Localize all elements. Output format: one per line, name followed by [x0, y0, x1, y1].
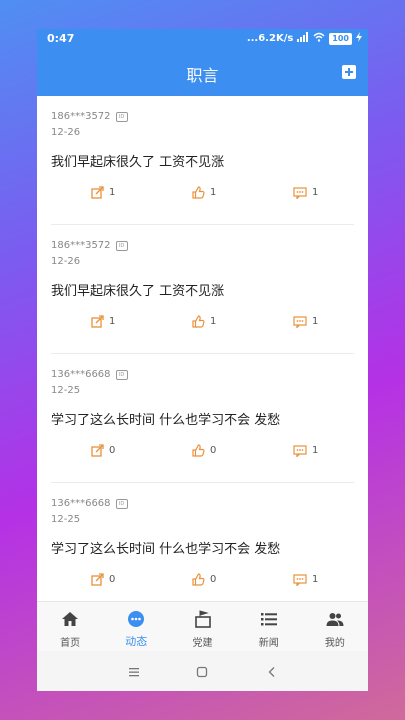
tab-home-label: 首页	[60, 638, 81, 649]
flag-icon	[194, 610, 211, 628]
id-badge-icon: ID	[115, 498, 128, 509]
id-badge-icon: ID	[115, 111, 128, 122]
tab-party[interactable]: 党建	[169, 602, 235, 652]
wifi-icon	[313, 32, 325, 45]
post-actions: 1 1 1	[51, 186, 354, 202]
comment-button[interactable]: 1	[293, 573, 318, 586]
share-count: 0	[109, 574, 116, 585]
post-user: 186***3572 ID	[51, 240, 128, 251]
system-nav-bar	[37, 651, 368, 691]
back-nav-icon[interactable]	[266, 663, 278, 682]
tab-profile[interactable]: 我的	[302, 602, 368, 652]
share-count: 0	[109, 445, 116, 456]
post-card[interactable]: 136***6668 ID 12-25 学习了这么长时间 什么也学习不会 发愁 0 0 1	[51, 354, 354, 483]
like-button[interactable]: 1	[192, 186, 216, 199]
post-username: 136***6668	[51, 369, 111, 380]
post-user: 136***6668 ID	[51, 369, 128, 380]
share-icon	[91, 186, 104, 199]
home-nav-icon[interactable]	[196, 663, 208, 682]
post-actions: 0 0 1	[51, 444, 354, 460]
tab-profile-label: 我的	[324, 638, 345, 649]
thumbs-up-icon	[192, 573, 205, 586]
post-content[interactable]: 学习了这么长时间 什么也学习不会 发愁	[51, 409, 280, 428]
share-button[interactable]: 1	[91, 186, 115, 199]
status-bar: 0:47 ...6.2K/s 100	[37, 29, 368, 49]
like-button[interactable]: 0	[192, 444, 216, 457]
comment-count: 1	[312, 187, 319, 198]
tab-feed-label: 动态	[125, 635, 148, 648]
tab-home[interactable]: 首页	[37, 602, 103, 652]
post-content[interactable]: 学习了这么长时间 什么也学习不会 发愁	[51, 538, 280, 557]
post-actions: 1 1 1	[51, 315, 354, 331]
list-icon	[260, 613, 277, 626]
share-button[interactable]: 1	[91, 315, 115, 328]
page-title: 职言	[186, 66, 219, 85]
like-button[interactable]: 1	[192, 315, 216, 328]
phone-screen: 0:47 ...6.2K/s 100 职言 186***3572 ID 12-26 我…	[37, 29, 368, 691]
share-count: 1	[109, 187, 116, 198]
like-button[interactable]: 0	[192, 573, 216, 586]
post-date: 12-26	[51, 127, 81, 138]
app-bar: 职言	[37, 49, 368, 96]
post-card[interactable]: 186***3572 ID 12-26 我们早起床很久了 工资不见涨 1 1 1	[51, 225, 354, 354]
comment-button[interactable]: 1	[293, 444, 318, 457]
thumbs-up-icon	[192, 315, 205, 328]
tab-feed[interactable]: 动态	[103, 602, 169, 652]
network-speed: ...6.2K/s	[246, 33, 294, 44]
post-actions: 0 0 1	[51, 573, 354, 589]
share-icon	[91, 573, 104, 586]
comment-button[interactable]: 1	[293, 315, 318, 328]
battery-icon: 100	[329, 32, 352, 45]
post-username: 136***6668	[51, 498, 111, 509]
like-count: 1	[210, 316, 217, 327]
post-user: 136***6668 ID	[51, 498, 128, 509]
share-icon	[91, 444, 104, 457]
thumbs-up-icon	[192, 186, 205, 199]
id-badge-icon: ID	[115, 240, 128, 251]
like-count: 0	[210, 574, 217, 585]
comment-icon	[293, 315, 307, 328]
chat-bubble-icon	[128, 611, 145, 627]
like-count: 1	[210, 187, 217, 198]
status-time: 0:47	[47, 32, 75, 45]
comment-icon	[293, 573, 307, 586]
post-card[interactable]: 186***3572 ID 12-26 我们早起床很久了 工资不见涨 1 1 1	[51, 96, 354, 225]
comment-icon	[293, 186, 307, 199]
plus-square-icon[interactable]	[342, 65, 356, 79]
post-user: 186***3572 ID	[51, 111, 128, 122]
post-username: 186***3572	[51, 240, 111, 251]
post-date: 12-25	[51, 385, 81, 396]
share-button[interactable]: 0	[91, 444, 115, 457]
comment-count: 1	[312, 445, 319, 456]
tab-news-label: 新闻	[258, 638, 279, 649]
share-count: 1	[109, 316, 116, 327]
share-button[interactable]: 0	[91, 573, 115, 586]
comment-button[interactable]: 1	[293, 186, 318, 199]
home-icon	[62, 612, 79, 626]
tab-party-label: 党建	[192, 638, 213, 649]
post-date: 12-25	[51, 514, 81, 525]
id-badge-icon: ID	[115, 369, 128, 380]
signal-icon	[297, 32, 309, 45]
comment-count: 1	[312, 574, 319, 585]
post-card[interactable]: 136***6668 ID 12-25 学习了这么长时间 什么也学习不会 发愁 0 0 1	[51, 483, 354, 601]
post-username: 186***3572	[51, 111, 111, 122]
tab-news[interactable]: 新闻	[236, 602, 302, 652]
post-feed[interactable]: 186***3572 ID 12-26 我们早起床很久了 工资不见涨 1 1 1 186***…	[37, 96, 368, 601]
post-date: 12-26	[51, 256, 81, 267]
post-content[interactable]: 我们早起床很久了 工资不见涨	[51, 151, 224, 170]
menu-nav-icon[interactable]	[128, 663, 140, 682]
status-right: ...6.2K/s 100	[247, 32, 362, 45]
share-icon	[91, 315, 104, 328]
post-content[interactable]: 我们早起床很久了 工资不见涨	[51, 280, 224, 299]
charging-icon	[356, 32, 362, 45]
bottom-tab-bar: 首页 动态 党建 新闻 我的	[37, 601, 368, 652]
people-icon	[326, 613, 344, 626]
comment-count: 1	[312, 316, 319, 327]
like-count: 0	[210, 445, 217, 456]
thumbs-up-icon	[192, 444, 205, 457]
comment-icon	[293, 444, 307, 457]
